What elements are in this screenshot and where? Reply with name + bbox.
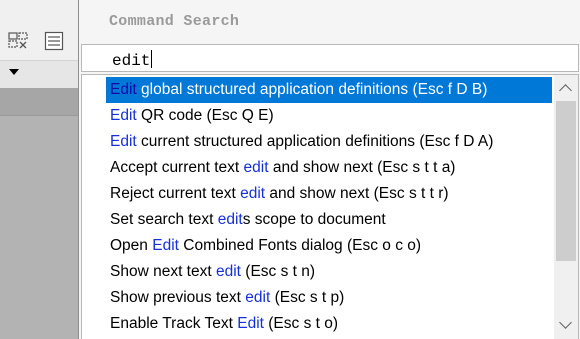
result-match-text: Edit [152,237,179,254]
result-text: (Esc s t n) [240,263,316,280]
results-list-panel[interactable]: Edit global structured application defin… [81,74,579,339]
result-text: global structured application definition… [136,81,488,98]
form-panel-icon[interactable] [44,31,64,51]
background-ruler-band [0,88,80,116]
result-item[interactable]: Show next text edit (Esc s t n) [106,259,552,285]
result-match-text: Edit [110,107,137,124]
result-text: (Esc s t o) [263,315,339,332]
result-item[interactable]: Edit current structured application defi… [106,129,552,155]
result-item[interactable]: Set search text edits scope to document [106,207,552,233]
result-item-selected[interactable]: Edit global structured application defin… [106,77,552,103]
result-match-text: edit [240,185,266,202]
chevron-down-icon[interactable] [9,69,19,75]
result-text: Accept current text [110,159,244,176]
result-text: Show next text [110,263,216,280]
window-title: Command Search [109,13,240,30]
result-match-text: Edit [110,133,137,150]
shapes-grid-icon[interactable] [8,32,30,50]
result-match-text: edit [243,159,269,176]
result-text: Open [110,237,153,254]
result-match-text: edit [215,263,241,280]
result-item[interactable]: Accept current text edit and show next (… [106,155,552,181]
result-text: Set search text [110,211,218,228]
result-item[interactable]: Enable Track Text Edit (Esc s t o) [106,311,552,337]
scrollbar-thumb[interactable] [556,101,576,261]
command-search-window: Command Search edit Edit global structur… [78,0,580,339]
result-item[interactable]: Reject current text edit and show next (… [106,181,552,207]
result-text: s scope to document [242,211,386,228]
result-item[interactable]: Edit QR code (Esc Q E) [106,103,552,129]
command-search-header: Command Search [79,0,580,44]
search-input[interactable]: edit [81,44,579,72]
result-text: current structured application definitio… [136,133,494,150]
results-list: Edit global structured application defin… [106,77,552,337]
result-text: and show next (Esc s t t r) [265,185,449,202]
result-match-text: edit [217,211,243,228]
result-text: QR code (Esc Q E) [136,107,274,124]
result-match-text: Edit [110,81,137,98]
background-document-area [0,88,80,339]
result-text: (Esc s t p) [270,289,345,306]
result-match-text: Edit [237,315,264,332]
background-toolbar [0,0,80,60]
text-caret [151,50,153,68]
result-item[interactable]: Show previous text edit (Esc s t p) [106,285,552,311]
background-dropdown-row [0,60,80,88]
result-match-text: edit [245,289,271,306]
result-text: Enable Track Text [110,315,238,332]
vertical-scrollbar[interactable] [554,75,578,339]
scroll-up-arrow-icon[interactable] [554,77,578,99]
result-text: Show previous text [110,289,246,306]
result-item[interactable]: Open Edit Combined Fonts dialog (Esc o c… [106,233,552,259]
result-text: Reject current text [110,185,241,202]
result-text: and show next (Esc s t t a) [268,159,456,176]
scroll-down-arrow-icon[interactable] [554,314,578,336]
search-input-value: edit [112,50,153,70]
result-text: Combined Fonts dialog (Esc o c o) [178,237,422,254]
